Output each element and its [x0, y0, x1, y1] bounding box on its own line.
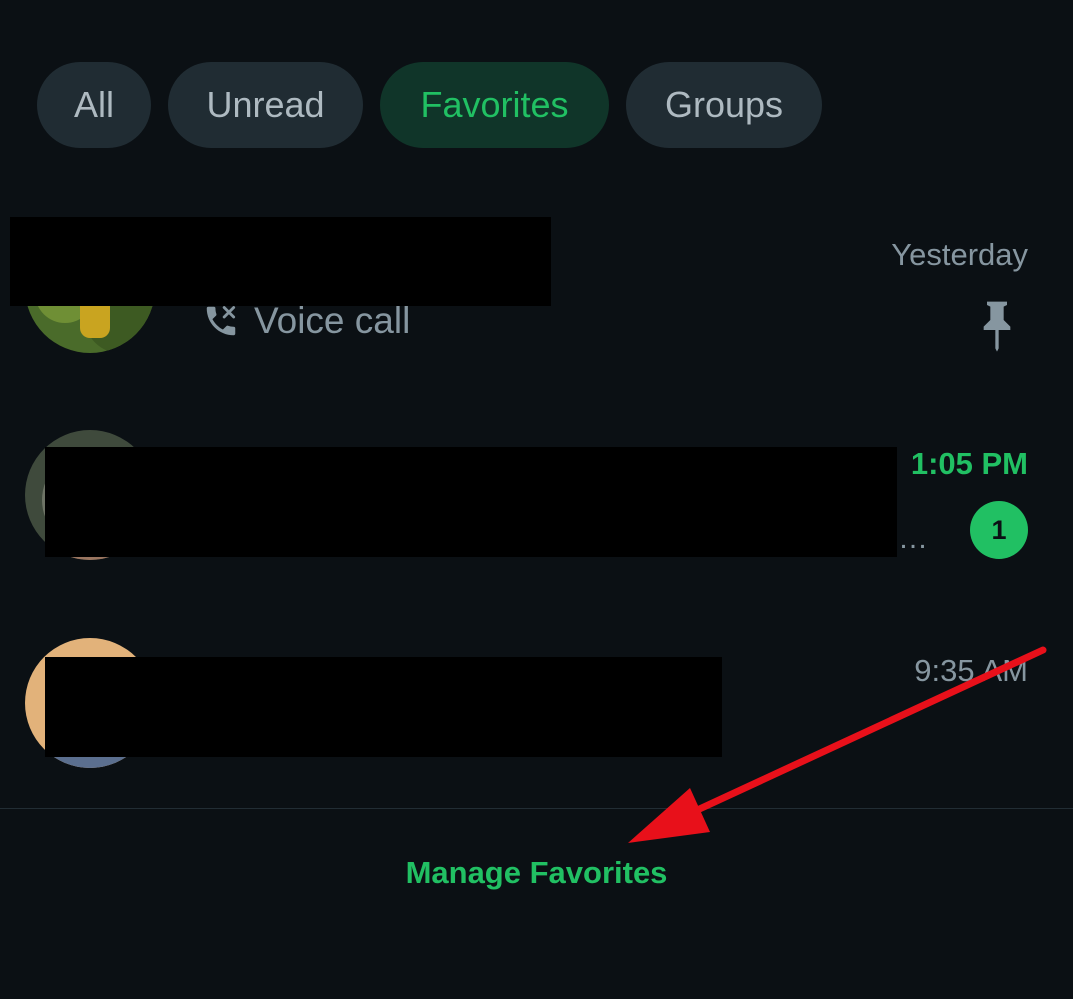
chat-timestamp: 1:05 PM: [910, 446, 1028, 481]
chat-timestamp: 9:35 AM: [914, 653, 1028, 688]
chat-filter-bar: All Unread Favorites Groups: [37, 62, 822, 148]
chat-row-2[interactable]: … 1:05 PM 1: [0, 400, 1073, 590]
filter-chip-all[interactable]: All: [37, 62, 151, 148]
last-message-preview: Voice call: [202, 300, 410, 342]
manage-favorites-button[interactable]: Manage Favorites: [0, 855, 1073, 891]
redacted-chat-details: [45, 447, 897, 557]
unread-count-badge: 1: [970, 501, 1028, 559]
chat-timestamp: Yesterday: [891, 237, 1028, 272]
preview-ellipsis: …: [898, 522, 928, 555]
voice-call-icon: [206, 306, 236, 336]
chat-row-1[interactable]: Voice call Yesterday: [0, 190, 1073, 380]
last-message-text: Voice call: [254, 300, 411, 341]
redacted-chat-details: [45, 657, 722, 757]
filter-chip-favorites[interactable]: Favorites: [380, 62, 609, 148]
filter-chip-unread[interactable]: Unread: [168, 62, 363, 148]
redacted-contact-name: [10, 217, 551, 306]
list-divider: [0, 808, 1073, 809]
filter-chip-groups[interactable]: Groups: [626, 62, 822, 148]
pin-icon: [983, 301, 1011, 352]
chat-row-3[interactable]: 9:35 AM: [0, 610, 1073, 800]
